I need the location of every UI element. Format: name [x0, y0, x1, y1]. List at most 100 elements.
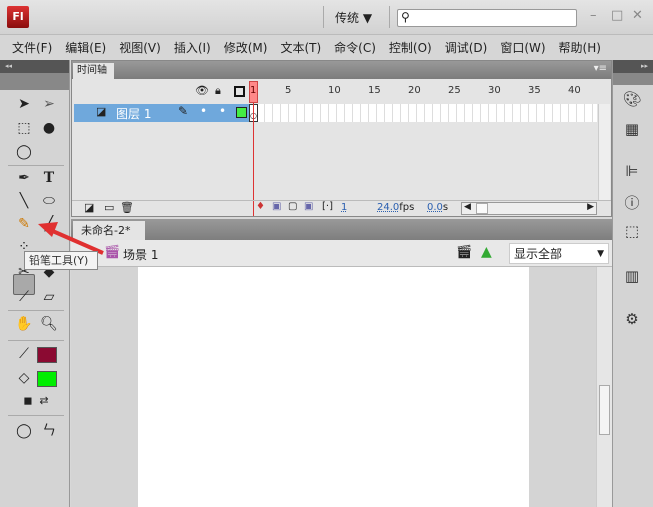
tab-document[interactable]: 未命名-2* ×	[73, 221, 145, 256]
snap-icon[interactable]: ㄣ	[39, 421, 59, 441]
menu-commands[interactable]: 命令(C)	[334, 39, 376, 56]
menu-insert[interactable]: 插入(I)	[174, 39, 211, 56]
subselection-tool-icon[interactable]: ➢	[39, 94, 59, 114]
align-panel-icon[interactable]: ⊫	[621, 162, 643, 182]
swap-colors-icon[interactable]: ⇄	[34, 391, 54, 411]
frame-grid[interactable]: ○	[249, 104, 597, 122]
swatches-panel-icon[interactable]: ▦	[621, 120, 643, 140]
flash-logo: Fl	[7, 6, 29, 28]
frame-number: 35	[528, 85, 541, 96]
frame-number: 5	[285, 85, 292, 96]
menu-modify[interactable]: 修改(M)	[224, 39, 268, 56]
menu-control[interactable]: 控制(O)	[389, 39, 432, 56]
menu-debug[interactable]: 调试(D)	[445, 39, 488, 56]
pen-tool-icon[interactable]: ✒	[14, 168, 34, 188]
center-frame-icon[interactable]: ♦	[256, 201, 265, 212]
menu-text[interactable]: 文本(T)	[280, 39, 321, 56]
components-panel-icon[interactable]: ⚙︎	[621, 310, 643, 330]
menu-bar: 文件(F) 编辑(E) 视图(V) 插入(I) 修改(M) 文本(T) 命令(C…	[0, 35, 653, 60]
edit-scene-icon[interactable]: 🎬︎	[456, 245, 473, 260]
chevron-down-icon: ▼	[597, 249, 604, 259]
new-layer-icon[interactable]: ◪	[84, 201, 94, 214]
menu-file[interactable]: 文件(F)	[12, 39, 52, 56]
pencil-icon: ✎	[178, 104, 189, 118]
timeline-horizontal-scrollbar[interactable]: ◀ ▶	[461, 202, 597, 215]
panel-menu-icon[interactable]: ▾≡	[594, 63, 607, 74]
scene-icon: 🎬︎	[104, 245, 121, 260]
new-folder-icon[interactable]: ▭	[104, 201, 114, 214]
menu-edit[interactable]: 编辑(E)	[65, 39, 106, 56]
expand-panels-button[interactable]: ▸▸	[613, 60, 653, 73]
fill-color-icon: ◇	[18, 370, 30, 386]
eyedropper-tool-icon[interactable]: ⟋	[14, 287, 34, 307]
color-panel-icon[interactable]: 🎨︎	[621, 90, 643, 110]
layer-name[interactable]: 图层 1	[116, 105, 151, 122]
stroke-color-icon: ⟋	[19, 346, 29, 362]
document-tab-bar: 未命名-2* ×	[71, 219, 612, 256]
frame-number: 30	[488, 85, 501, 96]
timeline-panel: ▾≡ 时间轴 👁︎ 🔒︎ 5 10 15 20 25 30 35 40 ◪ 图层 1 ✎ • …	[71, 60, 612, 217]
search-input[interactable]: ⚲	[397, 9, 577, 27]
selection-tool-icon[interactable]: ➤	[14, 94, 34, 114]
lock-icon[interactable]: 🔒︎	[215, 84, 221, 98]
close-button[interactable]: ✕	[632, 8, 643, 23]
outline-icon[interactable]	[234, 86, 245, 97]
current-frame[interactable]: 1	[341, 202, 347, 213]
collapse-toolbox-button[interactable]: ◂◂	[0, 60, 69, 73]
tab-timeline[interactable]: 时间轴	[73, 63, 114, 79]
workspace-switcher[interactable]: 传统 ▼	[335, 9, 372, 26]
menu-window[interactable]: 窗口(W)	[500, 39, 545, 56]
info-panel-icon[interactable]: ⓘ	[621, 192, 643, 212]
layer-row[interactable]: ◪ 图层 1 ✎ • •	[74, 104, 249, 122]
menu-help[interactable]: 帮助(H)	[559, 39, 601, 56]
toolbox: ◂◂ ➤ ➢ ⬚ ● ◯ ✒ T ╲ ⬭ ✎ ╱ ⁘ ✂ ◆ ⟋ ▱ ✋ 🔍︎ …	[0, 60, 70, 507]
menu-view[interactable]: 视图(V)	[119, 39, 161, 56]
eraser-tool-icon[interactable]: ▱	[39, 287, 59, 307]
scrollbar-thumb[interactable]	[599, 385, 610, 435]
oval-tool-icon[interactable]: ⬭	[39, 191, 59, 211]
pasteboard	[71, 267, 596, 507]
maximize-button[interactable]: □	[611, 8, 623, 23]
scene-label[interactable]: 场景 1	[123, 246, 158, 263]
tooltip: 铅笔工具(Y)	[24, 251, 98, 270]
transform-panel-icon[interactable]: ⬚	[621, 222, 643, 242]
3d-rotation-tool-icon[interactable]: ●	[39, 118, 59, 138]
free-transform-tool-icon[interactable]: ⬚	[14, 118, 34, 138]
edit-multiple-frames-icon[interactable]: ▣	[304, 201, 313, 212]
frame-number: 20	[408, 85, 421, 96]
timeline-vertical-scrollbar[interactable]	[598, 104, 610, 200]
playhead[interactable]: 1	[249, 81, 258, 103]
stage-vertical-scrollbar[interactable]	[596, 267, 612, 507]
stage[interactable]	[138, 267, 529, 507]
frame-number: 10	[328, 85, 341, 96]
right-panel-dock: ▸▸ 🎨︎ ▦ ⊫ ⓘ ⬚ ▥ ⚙︎	[612, 60, 653, 507]
elapsed-time[interactable]: 0.0	[427, 202, 443, 213]
frame-number: 15	[368, 85, 381, 96]
divider	[323, 6, 324, 28]
minimize-button[interactable]: –	[590, 8, 597, 23]
frame-number: 40	[568, 85, 581, 96]
library-panel-icon[interactable]: ▥	[621, 267, 643, 287]
pencil-tool-icon[interactable]: ✎	[14, 214, 34, 234]
layer-icon: ◪	[96, 105, 107, 118]
layer-color-swatch[interactable]	[236, 107, 247, 118]
onion-outline-icon[interactable]: ▢	[288, 201, 297, 212]
edit-symbols-icon[interactable]: ▲	[481, 244, 492, 260]
object-drawing-icon[interactable]: ◯	[14, 421, 34, 441]
edit-bar: 🎬︎ 场景 1 🎬︎ ▲ 显示全部 ▼	[71, 240, 612, 267]
zoom-tool-icon[interactable]: 🔍︎	[39, 314, 59, 334]
lasso-tool-icon[interactable]: ◯	[14, 142, 34, 162]
text-tool-icon[interactable]: T	[39, 168, 59, 188]
zoom-select[interactable]: 显示全部 ▼	[509, 243, 609, 264]
fill-color-swatch[interactable]	[37, 371, 57, 387]
stroke-color-swatch[interactable]	[37, 347, 57, 363]
eye-icon[interactable]: 👁︎	[195, 84, 209, 97]
delete-icon[interactable]: 🗑︎	[120, 201, 134, 214]
line-tool-icon[interactable]: ╲	[14, 191, 34, 211]
onion-skin-icon[interactable]: ▣	[272, 201, 281, 212]
hand-tool-icon[interactable]: ✋	[14, 314, 34, 334]
modify-markers-icon[interactable]: [·]	[322, 201, 333, 212]
divider	[389, 6, 390, 28]
brush-tool-icon[interactable]: ╱	[39, 214, 59, 234]
fps-value[interactable]: 24.0	[377, 202, 399, 213]
